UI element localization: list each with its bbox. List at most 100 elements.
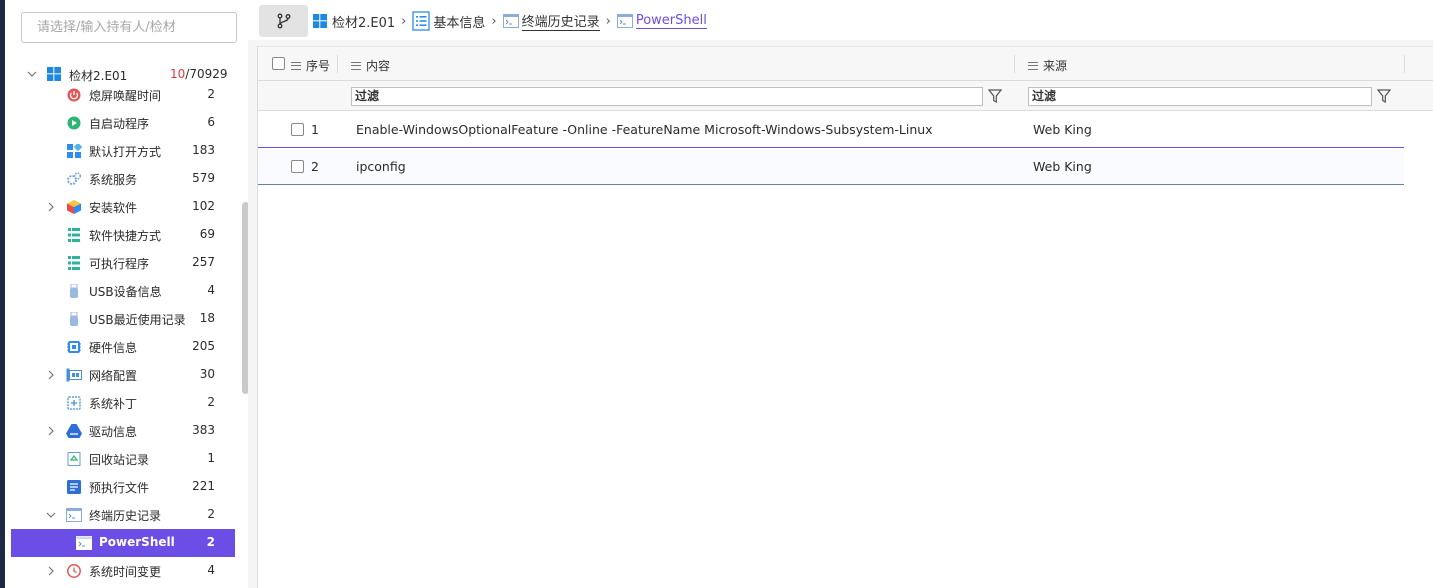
breadcrumb-separator-icon: › [401,13,407,29]
grid-header: 序号 内容 来源 [258,46,1433,81]
sidebar-item-label: PowerShell [99,535,175,549]
tree-root-evidence[interactable]: 检材2.E01 10/70929 [5,65,241,87]
sidebar-item[interactable]: 可执行程序 257 [5,249,241,277]
sidebar-item-label: 驱动信息 [89,425,138,439]
recycle-icon [66,452,82,466]
list-icon [66,228,82,242]
grid-icon [66,142,83,158]
sidebar-item-label: 系统时间变更 [89,565,162,579]
sidebar-item[interactable]: 安装软件 102 [5,193,241,221]
doc-icon [66,480,82,494]
sidebar-item-label: 安装软件 [89,201,138,215]
chevron-right-icon[interactable] [46,564,56,578]
list-icon [66,256,82,270]
sidebar-item[interactable]: USB设备信息 4 [5,277,241,305]
column-menu-icon[interactable] [351,61,361,70]
select-all-checkbox[interactable] [272,57,285,70]
breadcrumb-item-terminal-history[interactable]: 终端历史记录 [502,11,600,31]
tree-root-count: 10/70929 [170,67,228,81]
column-divider[interactable] [1404,55,1405,73]
sidebar-item-count: 18 [199,311,215,325]
branch-button[interactable] [259,5,308,37]
row-source: Web King [1033,159,1092,174]
sidebar-item-label: 系统服务 [89,173,138,187]
sidebar-item-label: 可执行程序 [89,257,150,271]
patch-icon [66,396,82,410]
network-icon [66,368,82,382]
sidebar-item[interactable]: 终端历史记录 2 [5,501,241,529]
breadcrumb-item-powershell[interactable]: PowerShell [616,13,707,29]
branch-icon [276,13,292,29]
sidebar-item[interactable]: 软件快捷方式 69 [5,221,241,249]
column-label: 内容 [366,59,391,73]
column-divider[interactable] [1014,55,1015,73]
filter-icon[interactable] [987,88,1003,104]
sidebar-item[interactable]: 硬件信息 205 [5,333,241,361]
column-header-index[interactable]: 序号 [291,57,330,74]
chevron-right-icon[interactable] [46,200,56,214]
row-checkbox[interactable] [291,123,304,136]
sidebar-item-label: 预执行文件 [89,481,150,495]
cube-icon [66,200,82,214]
sidebar-item[interactable]: 自启动程序 6 [5,109,241,137]
holder-search-input[interactable]: 请选择/输入持有人/检材 [21,12,237,43]
chevron-down-icon[interactable] [27,68,37,78]
sidebar-item[interactable]: 熄屏唤醒时间 2 [5,85,241,109]
sidebar-item[interactable]: 系统补丁 2 [5,389,241,417]
terminal-icon [66,508,82,522]
power-icon [66,88,82,102]
column-header-source[interactable]: 来源 [1028,57,1067,74]
source-filter-input[interactable]: 过滤 [1028,87,1372,106]
column-divider[interactable] [337,55,338,73]
table-row[interactable]: 1 Enable-WindowsOptionalFeature -Online … [258,112,1404,148]
chevron-right-icon[interactable] [46,424,56,438]
breadcrumb-item-basic-info[interactable]: 基本信息 [412,11,485,31]
row-checkbox[interactable] [291,160,304,173]
sidebar-item[interactable]: PowerShell 2 [11,529,235,557]
filter-icon[interactable] [1376,88,1392,104]
table-row[interactable]: 2 ipconfig Web King [258,149,1404,185]
sidebar-item[interactable]: 驱动信息 383 [5,417,241,445]
breadcrumb-label: 终端历史记录 [521,11,600,31]
row-content: Enable-WindowsOptionalFeature -Online -F… [356,122,933,137]
sidebar-item-count: 205 [192,339,215,353]
clock-icon [66,564,82,578]
sidebar-item-count: 4 [207,563,215,577]
sidebar-item-label: 自启动程序 [89,117,150,131]
content-filter-input[interactable]: 过滤 [351,87,983,106]
sidebar-item[interactable]: 默认打开方式 183 [5,137,241,165]
sidebar-item-count: 102 [192,199,215,213]
tree-list: 熄屏唤醒时间 2 自启动程序 6 默认打开方式 183 系统服务 579 安装软件 102 软件快捷… [5,85,241,588]
sidebar-item[interactable]: 网络配置 30 [5,361,241,389]
column-menu-icon[interactable] [291,61,301,70]
tree-items: 熄屏唤醒时间 2 自启动程序 6 默认打开方式 183 系统服务 579 安装软件 102 软件快捷… [5,85,241,585]
sidebar: 请选择/输入持有人/检材 检材2.E01 10/70929 熄屏唤醒时间 2 自启动… [5,0,248,588]
sidebar-item[interactable]: 系统时间变更 4 [5,557,241,585]
sidebar-item-label: 默认打开方式 [89,145,162,159]
terminal-icon [502,14,519,28]
sidebar-item-label: USB设备信息 [89,285,162,299]
column-header-content[interactable]: 内容 [351,57,390,74]
sidebar-item[interactable]: 预执行文件 221 [5,473,241,501]
sidebar-item-count: 579 [192,171,215,185]
column-label: 序号 [306,59,331,73]
column-menu-icon[interactable] [1028,61,1038,70]
play-icon [66,116,82,130]
terminal-icon [616,14,633,28]
column-label: 来源 [1043,59,1068,73]
breadcrumb-item-evidence[interactable]: 检材2.E01 [313,12,395,31]
sidebar-item-count: 6 [207,115,215,129]
sidebar-item[interactable]: 回收站记录 1 [5,445,241,473]
cogs-icon [66,172,82,186]
sidebar-item-count: 2 [206,535,215,549]
row-content: ipconfig [356,159,406,174]
count-highlight: 10 [170,67,186,81]
drive-icon [66,424,82,438]
sidebar-item[interactable]: 系统服务 579 [5,165,241,193]
tree-root-label: 检材2.E01 [69,69,128,83]
chevron-down-icon[interactable] [46,508,56,522]
sidebar-item[interactable]: USB最近使用记录 18 [5,305,241,333]
sidebar-item-count: 2 [207,87,215,101]
chevron-right-icon[interactable] [46,368,56,382]
sidebar-item-count: 30 [199,367,215,381]
